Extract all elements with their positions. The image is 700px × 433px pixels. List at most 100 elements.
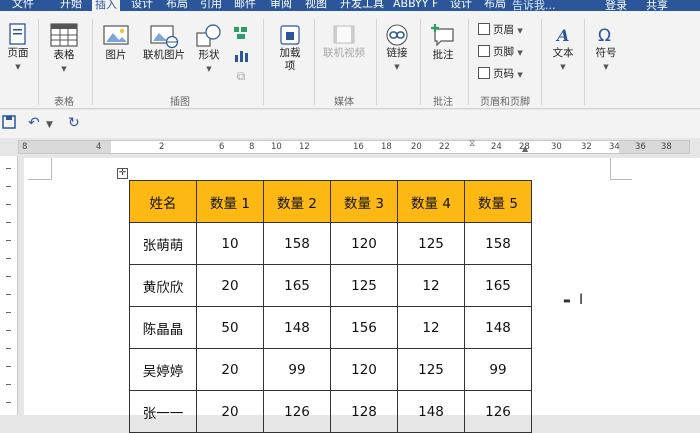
table-header-cell[interactable]: 数量 2 [263, 180, 331, 223]
ribbon-tab-bar: 文件 开始 插入 设计 布局 引用 邮件 审阅 视图 开发工具 ABBYY F … [0, 0, 700, 11]
addins-button[interactable]: 加载 项 [270, 23, 310, 73]
comment-group-label: 批注 [433, 97, 453, 108]
online-picture-button[interactable]: 联机图片 [136, 23, 192, 62]
table-cell[interactable]: 125 [397, 348, 465, 391]
table-cell[interactable]: 126 [263, 390, 331, 433]
ruler-tick [6, 276, 11, 277]
table-cell[interactable]: 张一一 [129, 390, 197, 433]
tab-mailings[interactable]: 邮件 [234, 0, 256, 11]
online-video-button[interactable]: 联机视频 [316, 23, 372, 60]
vertical-ruler[interactable] [0, 156, 18, 415]
tab-layout[interactable]: 布局 [166, 0, 188, 11]
picture-button[interactable]: 图片 [98, 23, 134, 62]
table-cell[interactable]: 99 [263, 348, 331, 391]
table-header-cell[interactable]: 数量 4 [397, 180, 465, 223]
table-cell[interactable]: 20 [196, 264, 264, 307]
tab-abbyy[interactable]: ABBYY F [393, 0, 438, 11]
table-header-cell[interactable]: 数量 5 [464, 180, 532, 223]
tab-developer[interactable]: 开发工具 [340, 0, 384, 11]
header-button[interactable]: 页眉 ▼ [478, 21, 523, 39]
comment-button[interactable]: 批注 [424, 23, 462, 62]
table-header-cell[interactable]: 数量 1 [196, 180, 264, 223]
table-row: 张萌萌 10 158 120 125 158 [129, 222, 532, 265]
shapes-button[interactable]: 形状 ▼ [192, 23, 226, 74]
table-cell[interactable]: 20 [196, 348, 264, 391]
ruler-bar[interactable]: 8 4 2 6 8 10 12 16 18 20 22 24 28 30 32 … [18, 139, 690, 154]
pages-button[interactable]: 页面 ▼ [2, 23, 34, 72]
data-table[interactable]: 姓名 数量 1 数量 2 数量 3 数量 4 数量 5 张萌萌 10 158 1… [129, 180, 532, 433]
table-cell[interactable]: 128 [330, 390, 398, 433]
table-cell[interactable]: 156 [330, 306, 398, 349]
smartart-button[interactable] [230, 25, 252, 41]
tab-file[interactable]: 文件 [12, 0, 34, 11]
header-icon [478, 23, 490, 35]
table-cell[interactable]: 99 [464, 348, 532, 391]
login-link[interactable]: 登录 [605, 0, 627, 11]
redo-icon[interactable]: ↻ [68, 115, 80, 131]
table-cell[interactable]: 165 [464, 264, 532, 307]
tab-view[interactable]: 视图 [305, 0, 327, 11]
ruler-number: 36 [635, 142, 646, 152]
screenshot-icon: ⧉ [236, 69, 246, 83]
table-cell[interactable]: 12 [397, 306, 465, 349]
table-cell[interactable]: 148 [464, 306, 532, 349]
table-cell[interactable]: 20 [196, 390, 264, 433]
horizontal-ruler[interactable]: 8 4 2 6 8 10 12 16 18 20 22 24 28 30 32 … [0, 138, 700, 156]
group-divider [541, 19, 542, 105]
table-cell[interactable]: 148 [263, 306, 331, 349]
table-cell[interactable]: 黄欣欣 [129, 264, 197, 307]
table-cell[interactable]: 吴婷婷 [129, 348, 197, 391]
document-page[interactable]: ✛ 姓名 数量 1 数量 2 数量 3 数量 4 数量 5 张萌萌 10 158… [24, 158, 700, 433]
footer-button[interactable]: 页脚 ▼ [478, 43, 523, 61]
text-button[interactable]: A 文本 ▼ [544, 23, 582, 72]
share-button[interactable]: 共享 [646, 0, 668, 11]
table-cell[interactable]: 158 [464, 222, 532, 265]
ruler-number: 24 [491, 142, 502, 152]
tab-review[interactable]: 审阅 [270, 0, 292, 11]
table-cell[interactable]: 125 [330, 264, 398, 307]
table-cell[interactable]: 12 [397, 264, 465, 307]
table-header-cell[interactable]: 数量 3 [330, 180, 398, 223]
text-box-icon: A [555, 26, 569, 45]
tab-design[interactable]: 设计 [131, 0, 153, 11]
table-cell[interactable]: 50 [196, 306, 264, 349]
tab-home[interactable]: 开始 [60, 0, 82, 11]
table-cell[interactable]: 125 [397, 222, 465, 265]
table-cell[interactable]: 张萌萌 [129, 222, 197, 265]
screenshot-button[interactable]: ⧉ [230, 69, 252, 84]
page-number-button[interactable]: 页码 ▼ [478, 65, 523, 83]
ruler-number: 2 [159, 142, 165, 152]
table-cell[interactable]: 158 [263, 222, 331, 265]
picture-label: 图片 [105, 49, 127, 61]
table-row: 黄欣欣 20 165 125 12 165 [129, 264, 532, 307]
tab-table-design[interactable]: 设计 [450, 0, 472, 11]
table-cell[interactable]: 120 [330, 222, 398, 265]
column-marker-icon[interactable]: ▲ [522, 144, 528, 153]
table-cell[interactable]: 165 [263, 264, 331, 307]
paragraph-marker-icon: ▬ [563, 296, 571, 305]
table-header-cell[interactable]: 姓名 [129, 180, 197, 223]
undo-dropdown-icon[interactable]: ▼ [46, 120, 53, 130]
indent-marker-icon[interactable]: ⧖ [469, 139, 475, 149]
undo-icon[interactable]: ↶ [28, 115, 40, 131]
table-row: 陈晶晶 50 148 156 12 148 [129, 306, 532, 349]
table-cell[interactable]: 10 [196, 222, 264, 265]
header-footer-group-label: 页眉和页脚 [480, 97, 530, 108]
page-number-label: 页码 [493, 68, 514, 80]
tab-references[interactable]: 引用 [200, 0, 222, 11]
chart-button[interactable] [230, 47, 252, 63]
symbol-button[interactable]: Ω 符号 ▼ [588, 23, 624, 72]
tab-insert[interactable]: 插入 [92, 0, 120, 11]
smartart-icon [234, 27, 247, 39]
tab-table-layout[interactable]: 布局 [484, 0, 506, 11]
table-move-handle-icon[interactable]: ✛ [117, 168, 128, 179]
table-button[interactable]: 表格 ▼ [45, 23, 83, 74]
table-cell[interactable]: 陈晶晶 [129, 306, 197, 349]
save-icon[interactable] [2, 115, 16, 133]
table-cell[interactable]: 148 [397, 390, 465, 433]
table-cell[interactable]: 126 [464, 390, 532, 433]
table-cell[interactable]: 120 [330, 348, 398, 391]
link-button[interactable]: 链接 ▼ [379, 23, 415, 72]
group-divider [263, 19, 264, 105]
tell-me-search[interactable]: 告诉我... [512, 0, 556, 11]
